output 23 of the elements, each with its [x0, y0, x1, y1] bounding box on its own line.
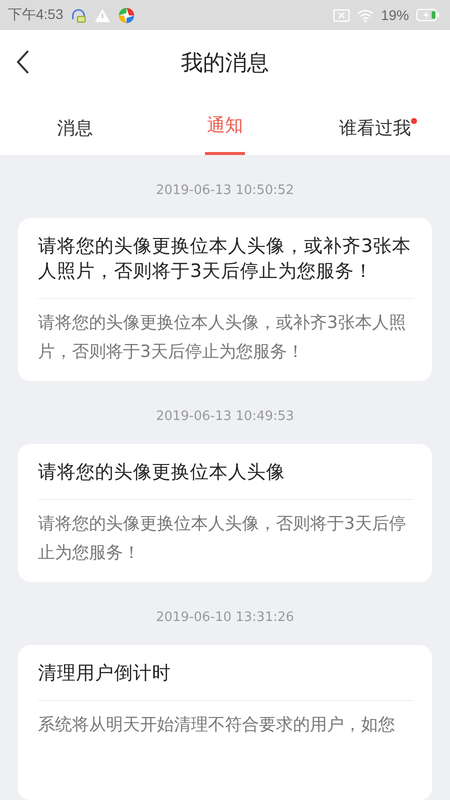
battery-percentage: 19% — [380, 7, 409, 23]
tab-indicator — [205, 152, 245, 155]
warning-icon — [94, 6, 112, 24]
notification-title: 请将您的头像更换位本人头像 — [38, 461, 286, 485]
notification-text: 请将您的头像更换位本人头像，否则将于3天后停止为您服务！ — [38, 513, 407, 565]
timestamp: 2019-06-13 10:50:52 — [154, 183, 296, 198]
timestamp: 2019-06-13 10:49:53 — [154, 409, 296, 424]
app-icon — [118, 6, 136, 24]
notification-text: 请将您的头像更换位本人头像，或补齐3张本人照片，否则将于3天后停止为您服务！ — [38, 312, 407, 364]
notification-card[interactable]: 请将您的头像更换位本人头像 请将您的头像更换位本人头像，否则将于3天后停止为您服务！ — [18, 444, 432, 582]
notification-text: 系统将从明天开始清理不符合要求的用户，如您 — [38, 714, 396, 737]
notification-card[interactable]: 清理用户倒计时 系统将从明天开始清理不符合要求的用户，如您 — [18, 645, 432, 800]
tab[interactable]: 消息 — [55, 116, 95, 140]
no-sim-icon — [332, 6, 350, 24]
notification-title: 清理用户倒计时 — [38, 662, 172, 686]
page-title: 我的消息 — [181, 50, 269, 78]
back-icon[interactable] — [16, 49, 30, 75]
notification-title: 请将您的头像更换位本人头像，或补齐3张本人照片，否则将于3天后停止为您服务！ — [38, 235, 412, 284]
tab[interactable]: 谁看过我 — [337, 116, 413, 140]
notification-card[interactable]: 请将您的头像更换位本人头像，或补齐3张本人照片，否则将于3天后停止为您服务！ 请将您的头像更换位本人头像，或补齐3张本人照片，否则将于3天后停止为您服务！ — [18, 218, 432, 381]
timestamp: 2019-06-10 13:31:26 — [154, 610, 296, 625]
battery-icon — [416, 8, 440, 22]
clock: 下午4:53 — [8, 6, 64, 24]
